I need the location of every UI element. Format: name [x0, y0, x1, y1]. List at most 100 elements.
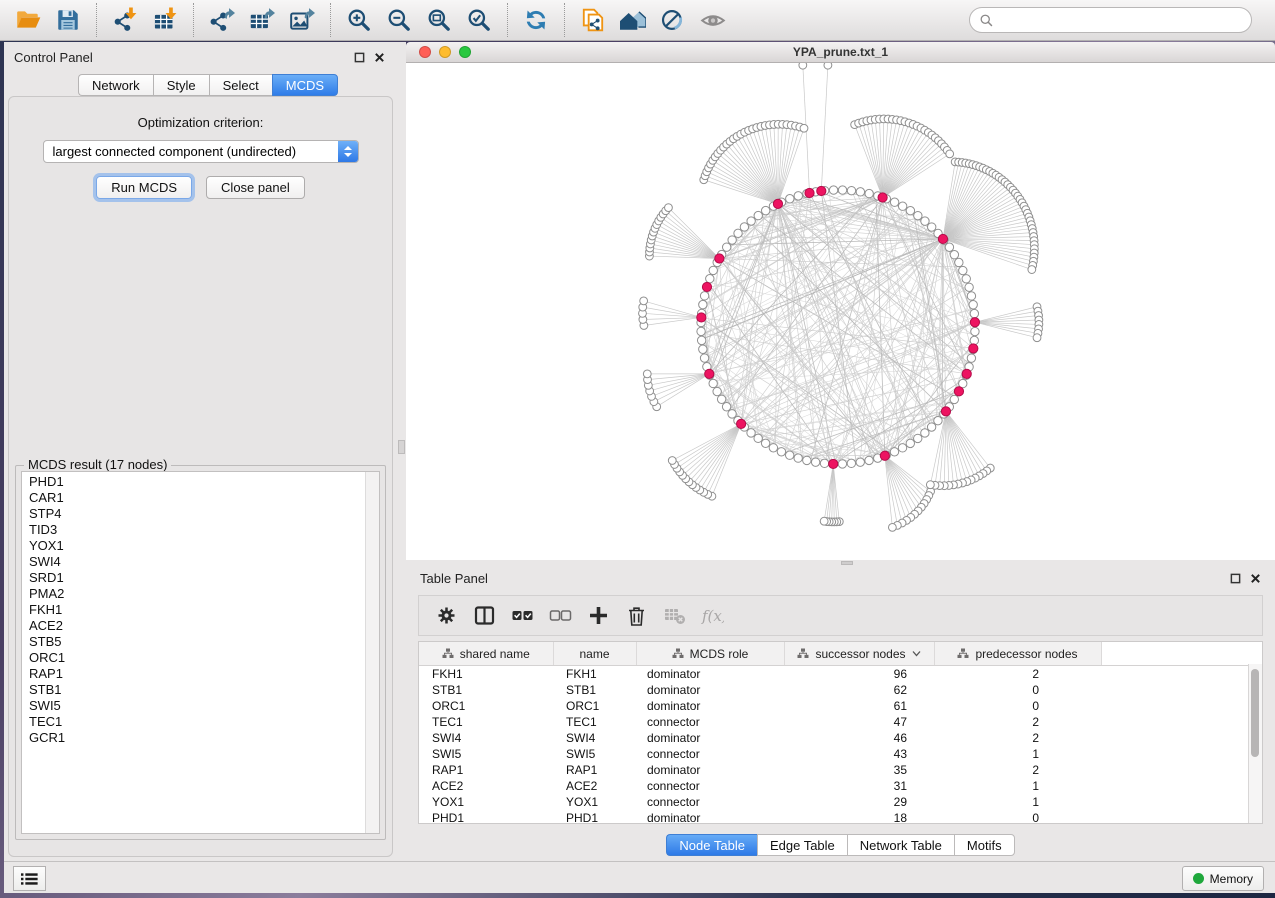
list-item[interactable]: SWI5: [22, 698, 365, 714]
import-network-button[interactable]: [105, 1, 145, 39]
close-window-icon[interactable]: [419, 46, 431, 58]
network-view[interactable]: [406, 63, 1275, 560]
minimize-window-icon[interactable]: [439, 46, 451, 58]
import-table-button[interactable]: [145, 1, 185, 39]
table-scrollbar[interactable]: [1248, 664, 1262, 823]
list-item[interactable]: SRD1: [22, 570, 365, 586]
export-network-icon: [209, 7, 235, 33]
table-row[interactable]: TEC1TEC1connector472: [419, 714, 1248, 730]
select-all-rows-button[interactable]: [503, 598, 541, 634]
zoom-out-button[interactable]: [379, 1, 419, 39]
table-row[interactable]: ORC1ORC1dominator610: [419, 698, 1248, 714]
close-panel-icon[interactable]: [374, 52, 385, 63]
task-history-button[interactable]: [13, 866, 46, 891]
maximize-window-icon[interactable]: [459, 46, 471, 58]
tab-node-table[interactable]: Node Table: [666, 834, 757, 856]
network-window-titlebar[interactable]: YPA_prune.txt_1: [406, 42, 1275, 63]
table-settings-button[interactable]: [427, 598, 465, 634]
table-cell: 1: [934, 746, 1101, 762]
list-item[interactable]: SWI4: [22, 554, 365, 570]
float-panel-icon[interactable]: [1230, 573, 1241, 584]
table-row[interactable]: STB1STB1dominator620: [419, 682, 1248, 698]
column-visibility-button[interactable]: [465, 598, 503, 634]
column-header-successor-nodes[interactable]: successor nodes: [784, 642, 934, 666]
create-column-button[interactable]: [579, 598, 617, 634]
open-session-button[interactable]: [8, 1, 48, 39]
zoom-in-button[interactable]: [339, 1, 379, 39]
search-input[interactable]: [994, 12, 1251, 28]
table-cell: ACE2: [553, 778, 636, 794]
search-box[interactable]: [969, 7, 1252, 33]
table-cell: 1: [934, 778, 1101, 794]
table-row[interactable]: ACE2ACE2connector311: [419, 778, 1248, 794]
table-cell: 96: [784, 666, 934, 683]
refresh-button[interactable]: [516, 1, 556, 39]
table-x-icon: [663, 604, 686, 627]
table-cell: SWI5: [553, 746, 636, 762]
table-row[interactable]: SWI4SWI4dominator462: [419, 730, 1248, 746]
network-graph[interactable]: [406, 63, 1275, 560]
tab-mcds[interactable]: MCDS: [272, 74, 338, 96]
list-item[interactable]: TEC1: [22, 714, 365, 730]
run-mcds-button[interactable]: Run MCDS: [96, 176, 192, 199]
table-row[interactable]: RAP1RAP1dominator352: [419, 762, 1248, 778]
list-item[interactable]: ACE2: [22, 618, 365, 634]
list-item[interactable]: STB1: [22, 682, 365, 698]
list-item[interactable]: FKH1: [22, 602, 365, 618]
memory-button[interactable]: Memory: [1182, 866, 1264, 891]
close-panel-button[interactable]: Close panel: [206, 176, 305, 199]
column-header-shared-name[interactable]: shared name: [419, 642, 553, 666]
float-panel-icon[interactable]: [354, 52, 365, 63]
style-mapper-button[interactable]: [653, 1, 693, 39]
table-row[interactable]: PHD1PHD1dominator180: [419, 810, 1248, 824]
list-item[interactable]: PHD1: [22, 474, 365, 490]
column-header-MCDS-role[interactable]: MCDS role: [636, 642, 784, 666]
tab-select[interactable]: Select: [209, 74, 272, 96]
tab-motifs[interactable]: Motifs: [954, 834, 1015, 856]
table-row[interactable]: FKH1FKH1dominator962: [419, 666, 1248, 683]
deselect-all-rows-button[interactable]: [541, 598, 579, 634]
sort-order-icon[interactable]: [912, 650, 921, 657]
vizmap-icon: [660, 7, 686, 33]
list-item[interactable]: PMA2: [22, 586, 365, 602]
delete-column-button[interactable]: [617, 598, 655, 634]
splitter-grip[interactable]: [398, 440, 405, 454]
list-item[interactable]: YOX1: [22, 538, 365, 554]
export-table-button[interactable]: [242, 1, 282, 39]
network-overview-button[interactable]: [613, 1, 653, 39]
table-cell: dominator: [636, 810, 784, 824]
table-scrollbar-thumb[interactable]: [1251, 669, 1259, 757]
list-item[interactable]: RAP1: [22, 666, 365, 682]
list-item[interactable]: GCR1: [22, 730, 365, 746]
optimization-criterion-select[interactable]: largest connected component (undirected): [43, 140, 359, 163]
list-item[interactable]: STB5: [22, 634, 365, 650]
list-scrollbar[interactable]: [365, 472, 379, 833]
list-item[interactable]: TID3: [22, 522, 365, 538]
save-session-button[interactable]: [48, 1, 88, 39]
close-panel-icon[interactable]: [1250, 573, 1261, 584]
list-item[interactable]: CAR1: [22, 490, 365, 506]
tab-style[interactable]: Style: [153, 74, 209, 96]
table-row[interactable]: SWI5SWI5connector431: [419, 746, 1248, 762]
list-item[interactable]: ORC1: [22, 650, 365, 666]
zoom-selected-button[interactable]: [459, 1, 499, 39]
vertical-splitter[interactable]: [397, 42, 406, 861]
table-cell: PHD1: [419, 810, 553, 824]
control-panel: Control Panel NetworkStyleSelectMCDS Opt…: [4, 42, 397, 861]
export-image-button[interactable]: [282, 1, 322, 39]
clone-network-button[interactable]: [573, 1, 613, 39]
tab-network[interactable]: Network: [78, 74, 153, 96]
column-header-name[interactable]: name: [553, 642, 636, 666]
mcds-result-list[interactable]: PHD1CAR1STP4TID3YOX1SWI4SRD1PMA2FKH1ACE2…: [21, 471, 380, 834]
column-header-predecessor-nodes[interactable]: predecessor nodes: [934, 642, 1101, 666]
export-network-button[interactable]: [202, 1, 242, 39]
tab-network-table[interactable]: Network Table: [847, 834, 954, 856]
tab-edge-table[interactable]: Edge Table: [757, 834, 847, 856]
table-row[interactable]: YOX1YOX1connector291: [419, 794, 1248, 810]
table-cell-filler: [1101, 778, 1248, 794]
hide-selected-button[interactable]: [693, 1, 733, 39]
zoom-fit-button[interactable]: [419, 1, 459, 39]
table-cell: 2: [934, 730, 1101, 746]
list-item[interactable]: STP4: [22, 506, 365, 522]
table-cell: connector: [636, 714, 784, 730]
